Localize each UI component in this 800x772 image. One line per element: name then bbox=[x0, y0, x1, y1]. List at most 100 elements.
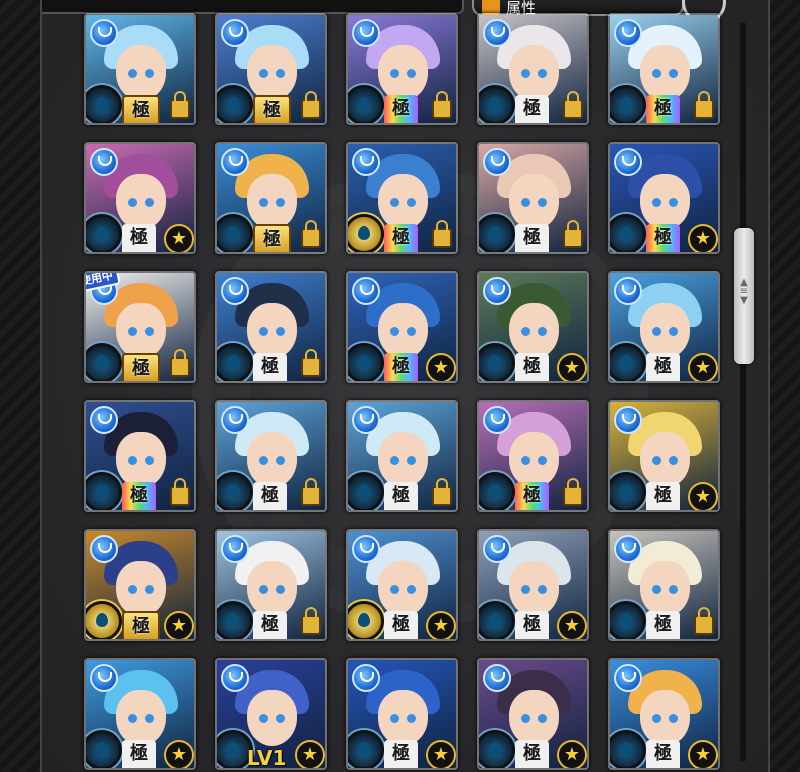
rank-badge: 極 bbox=[253, 353, 287, 381]
water-element-icon bbox=[352, 406, 380, 434]
rank-badge: 極 bbox=[122, 224, 156, 252]
lock-icon bbox=[301, 91, 321, 119]
monster-card[interactable]: 極使用中 bbox=[84, 271, 196, 383]
level-label: LV1 bbox=[247, 746, 287, 770]
star-icon: ★ bbox=[688, 740, 718, 768]
lock-icon bbox=[170, 91, 190, 119]
monster-card[interactable]: 極 ★ bbox=[346, 658, 458, 770]
monster-card[interactable]: 極 ★ bbox=[84, 142, 196, 254]
monster-card[interactable]: 極 ★ bbox=[608, 658, 720, 770]
water-element-icon bbox=[614, 148, 642, 176]
monster-card[interactable]: 極 ★ bbox=[477, 658, 589, 770]
monster-card[interactable]: 極 ★ bbox=[608, 400, 720, 512]
lock-icon bbox=[694, 607, 714, 635]
monster-card[interactable]: 極 ★ bbox=[346, 529, 458, 641]
lock-icon bbox=[301, 478, 321, 506]
rank-badge: 極 bbox=[646, 353, 680, 381]
water-element-icon bbox=[483, 277, 511, 305]
water-element-icon bbox=[614, 277, 642, 305]
lock-icon bbox=[563, 91, 583, 119]
water-element-icon bbox=[221, 535, 249, 563]
water-element-icon bbox=[483, 406, 511, 434]
water-element-icon bbox=[352, 148, 380, 176]
top-tab-bar bbox=[42, 0, 464, 14]
lock-icon bbox=[432, 91, 452, 119]
water-element-icon bbox=[90, 664, 118, 692]
lock-icon bbox=[432, 478, 452, 506]
rank-badge: 極 bbox=[384, 353, 418, 381]
lock-icon bbox=[170, 478, 190, 506]
water-element-icon bbox=[90, 535, 118, 563]
star-icon: ★ bbox=[426, 611, 456, 639]
lock-icon bbox=[563, 478, 583, 506]
star-icon: ★ bbox=[164, 224, 194, 252]
water-element-icon bbox=[614, 535, 642, 563]
monster-card[interactable]: LV1 ★ bbox=[215, 658, 327, 770]
monster-card[interactable]: 極 bbox=[608, 529, 720, 641]
rank-badge: 極 bbox=[122, 353, 160, 381]
rank-badge: 極 bbox=[122, 482, 156, 510]
rank-badge: 極 bbox=[122, 95, 160, 123]
rank-badge: 極 bbox=[384, 740, 418, 768]
left-background bbox=[0, 0, 40, 772]
water-element-icon bbox=[352, 664, 380, 692]
rank-badge: 極 bbox=[646, 482, 680, 510]
monster-card[interactable]: 極 bbox=[215, 142, 327, 254]
water-element-icon bbox=[614, 19, 642, 47]
scrollbar-thumb[interactable]: ▲ ≡ ▼ bbox=[734, 228, 754, 364]
monster-card[interactable]: 極 bbox=[84, 13, 196, 125]
monster-card[interactable]: 極 bbox=[346, 142, 458, 254]
rank-badge: 極 bbox=[253, 482, 287, 510]
lock-icon bbox=[301, 220, 321, 248]
monster-card[interactable]: 極 bbox=[346, 13, 458, 125]
monster-card[interactable]: 極 bbox=[477, 142, 589, 254]
monster-card[interactable]: 極 bbox=[215, 529, 327, 641]
water-element-icon bbox=[614, 664, 642, 692]
monster-card[interactable]: 極 bbox=[215, 400, 327, 512]
monster-card[interactable]: 極 ★ bbox=[84, 529, 196, 641]
monster-card[interactable]: 極 bbox=[608, 13, 720, 125]
monster-card[interactable]: 極 bbox=[215, 13, 327, 125]
monster-card[interactable]: 極 bbox=[346, 400, 458, 512]
rank-badge: 極 bbox=[646, 224, 680, 252]
lock-icon bbox=[301, 349, 321, 377]
star-icon: ★ bbox=[295, 740, 325, 768]
monster-card[interactable]: 極 bbox=[215, 271, 327, 383]
monster-card[interactable]: 極 ★ bbox=[477, 271, 589, 383]
water-element-icon bbox=[483, 535, 511, 563]
rank-badge: 極 bbox=[384, 224, 418, 252]
water-element-icon bbox=[483, 19, 511, 47]
rank-badge: 極 bbox=[253, 611, 287, 639]
monster-card[interactable]: 極 bbox=[477, 13, 589, 125]
water-element-icon bbox=[221, 664, 249, 692]
lock-icon bbox=[694, 91, 714, 119]
water-element-icon bbox=[90, 406, 118, 434]
star-icon: ★ bbox=[164, 611, 194, 639]
lock-icon bbox=[301, 607, 321, 635]
rank-badge: 極 bbox=[384, 95, 418, 123]
water-element-icon bbox=[90, 148, 118, 176]
lock-icon bbox=[432, 220, 452, 248]
star-icon: ★ bbox=[557, 353, 587, 381]
monster-card[interactable]: 極 ★ bbox=[477, 529, 589, 641]
rank-badge: 極 bbox=[515, 740, 549, 768]
water-element-icon bbox=[352, 277, 380, 305]
monster-card[interactable]: 極 bbox=[477, 400, 589, 512]
rank-badge: 極 bbox=[384, 482, 418, 510]
monster-card[interactable]: 極 ★ bbox=[346, 271, 458, 383]
star-icon: ★ bbox=[164, 740, 194, 768]
rank-badge: 極 bbox=[646, 740, 680, 768]
lock-icon bbox=[170, 349, 190, 377]
monster-card[interactable]: 極 bbox=[84, 400, 196, 512]
star-icon: ★ bbox=[688, 482, 718, 510]
scrollbar-track[interactable] bbox=[740, 22, 746, 762]
monster-card[interactable]: 極 ★ bbox=[84, 658, 196, 770]
rank-badge: 極 bbox=[515, 224, 549, 252]
star-icon: ★ bbox=[557, 611, 587, 639]
monster-card[interactable]: 極 ★ bbox=[608, 142, 720, 254]
rank-badge: 極 bbox=[646, 611, 680, 639]
grip-icon: ▲ ≡ ▼ bbox=[739, 277, 749, 306]
monster-card[interactable]: 極 ★ bbox=[608, 271, 720, 383]
star-icon: ★ bbox=[426, 353, 456, 381]
rank-badge: 極 bbox=[515, 95, 549, 123]
